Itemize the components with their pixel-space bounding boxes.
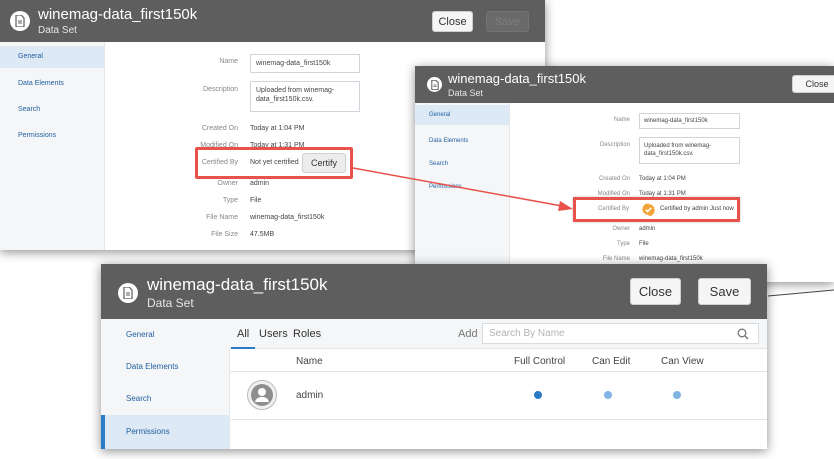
name-label: Name	[613, 117, 630, 123]
tab-all[interactable]: All	[230, 328, 256, 349]
description-field[interactable]: Uploaded from winemag-data_first150k.csv…	[639, 137, 740, 164]
sidebar: General Data Elements Search Permissions	[415, 103, 510, 282]
dataset-panel-permissions: winemag-data_first150k Data Set Close Sa…	[101, 264, 767, 449]
user-name: admin	[296, 390, 324, 401]
sidebar-item-permissions[interactable]: Permissions	[101, 415, 229, 449]
certified-badge-icon	[641, 203, 656, 216]
column-header-full-control: Full Control	[514, 356, 566, 367]
owner-value: admin	[639, 226, 656, 232]
panel-header: winemag-data_first150k Data Set Close Sa…	[101, 264, 767, 319]
type-label: Type	[616, 241, 630, 247]
column-header-can-view: Can View	[661, 356, 704, 367]
owner-value: admin	[250, 180, 270, 187]
permission-tabs: All Users Roles Add Search By Name	[229, 319, 767, 349]
sidebar-item-search[interactable]: Search	[0, 101, 104, 119]
can-edit-indicator[interactable]	[604, 391, 612, 399]
certified-row-highlight: Certified By Certified by admin Just now	[573, 197, 740, 222]
column-header-can-edit: Can Edit	[592, 356, 631, 367]
dataset-title: winemag-data_first150k	[38, 6, 198, 23]
save-button[interactable]: Save	[698, 278, 751, 305]
document-icon	[427, 77, 442, 92]
sidebar-item-data-elements[interactable]: Data Elements	[415, 133, 509, 149]
sidebar-item-data-elements[interactable]: Data Elements	[0, 75, 104, 93]
document-icon	[10, 11, 30, 31]
user-avatar-icon	[247, 380, 277, 410]
panel-header: winemag-data_first150k Data Set Close Sa…	[0, 0, 545, 42]
sidebar-item-general[interactable]: General	[0, 46, 104, 68]
created-value: Today at 1:04 PM	[639, 176, 686, 182]
type-value: File	[639, 241, 649, 247]
name-field[interactable]: winemag-data_first150k	[639, 113, 740, 129]
dataset-title: winemag-data_first150k	[147, 275, 328, 294]
dataset-title: winemag-data_first150k	[448, 71, 587, 86]
close-button[interactable]: Close	[630, 278, 681, 305]
created-value: Today at 1:04 PM	[250, 125, 305, 132]
filename-value: winemag-data_first150k	[250, 214, 325, 221]
owner-label: Owner	[612, 226, 630, 232]
description-label: Description	[599, 142, 630, 148]
sidebar-item-general[interactable]: General	[415, 105, 509, 125]
name-label: Name	[219, 58, 238, 65]
created-label: Created On	[201, 125, 238, 132]
can-view-indicator[interactable]	[673, 391, 681, 399]
filesize-value: 47.5MB	[250, 231, 275, 238]
close-button[interactable]: Close	[792, 75, 834, 93]
filename-value: winemag-data_first150k	[639, 256, 703, 262]
table-row[interactable]: admin	[229, 372, 767, 420]
column-header-name: Name	[296, 356, 323, 367]
full-control-indicator[interactable]	[534, 391, 542, 399]
add-label: Add	[458, 328, 478, 340]
dataset-subtitle: Data Set	[448, 88, 484, 98]
sidebar-item-general[interactable]: General	[101, 319, 229, 351]
tab-roles[interactable]: Roles	[293, 328, 321, 340]
tab-users[interactable]: Users	[259, 328, 288, 340]
name-field[interactable]: winemag-data_first150k	[250, 54, 360, 73]
dataset-subtitle: Data Set	[147, 296, 194, 310]
type-label: Type	[222, 197, 238, 204]
type-value: File	[250, 197, 262, 204]
sidebar-item-permissions[interactable]: Permissions	[415, 179, 509, 195]
description-label: Description	[202, 86, 238, 93]
certified-label: Certified By	[597, 206, 629, 212]
filesize-label: File Size	[211, 231, 238, 238]
close-button[interactable]: Close	[432, 11, 473, 32]
sidebar-item-search[interactable]: Search	[101, 383, 229, 415]
certify-highlight-box	[195, 147, 353, 179]
filename-label: File Name	[206, 214, 238, 221]
sidebar: General Data Elements Search Permissions	[0, 42, 105, 250]
certified-value: Certified by admin Just now	[660, 206, 734, 212]
owner-label: Owner	[217, 180, 238, 187]
sidebar-item-search[interactable]: Search	[415, 156, 509, 172]
sidebar-item-permissions[interactable]: Permissions	[0, 127, 104, 145]
document-icon	[118, 283, 138, 303]
save-button[interactable]: Save	[486, 11, 529, 32]
sidebar-item-data-elements[interactable]: Data Elements	[101, 351, 229, 383]
search-input[interactable]: Search By Name	[482, 323, 759, 344]
search-placeholder: Search By Name	[489, 328, 565, 339]
sidebar: General Data Elements Search Permissions	[101, 319, 230, 449]
panel-header: winemag-data_first150k Data Set Close	[415, 66, 834, 103]
filename-label: File Name	[602, 256, 630, 262]
dataset-panel-after: winemag-data_first150k Data Set Close Ge…	[415, 66, 834, 282]
created-label: Created On	[598, 176, 630, 182]
description-field[interactable]: Uploaded from winemag-data_first150k.csv…	[250, 81, 360, 112]
dataset-subtitle: Data Set	[38, 25, 77, 36]
search-icon[interactable]	[737, 328, 749, 340]
